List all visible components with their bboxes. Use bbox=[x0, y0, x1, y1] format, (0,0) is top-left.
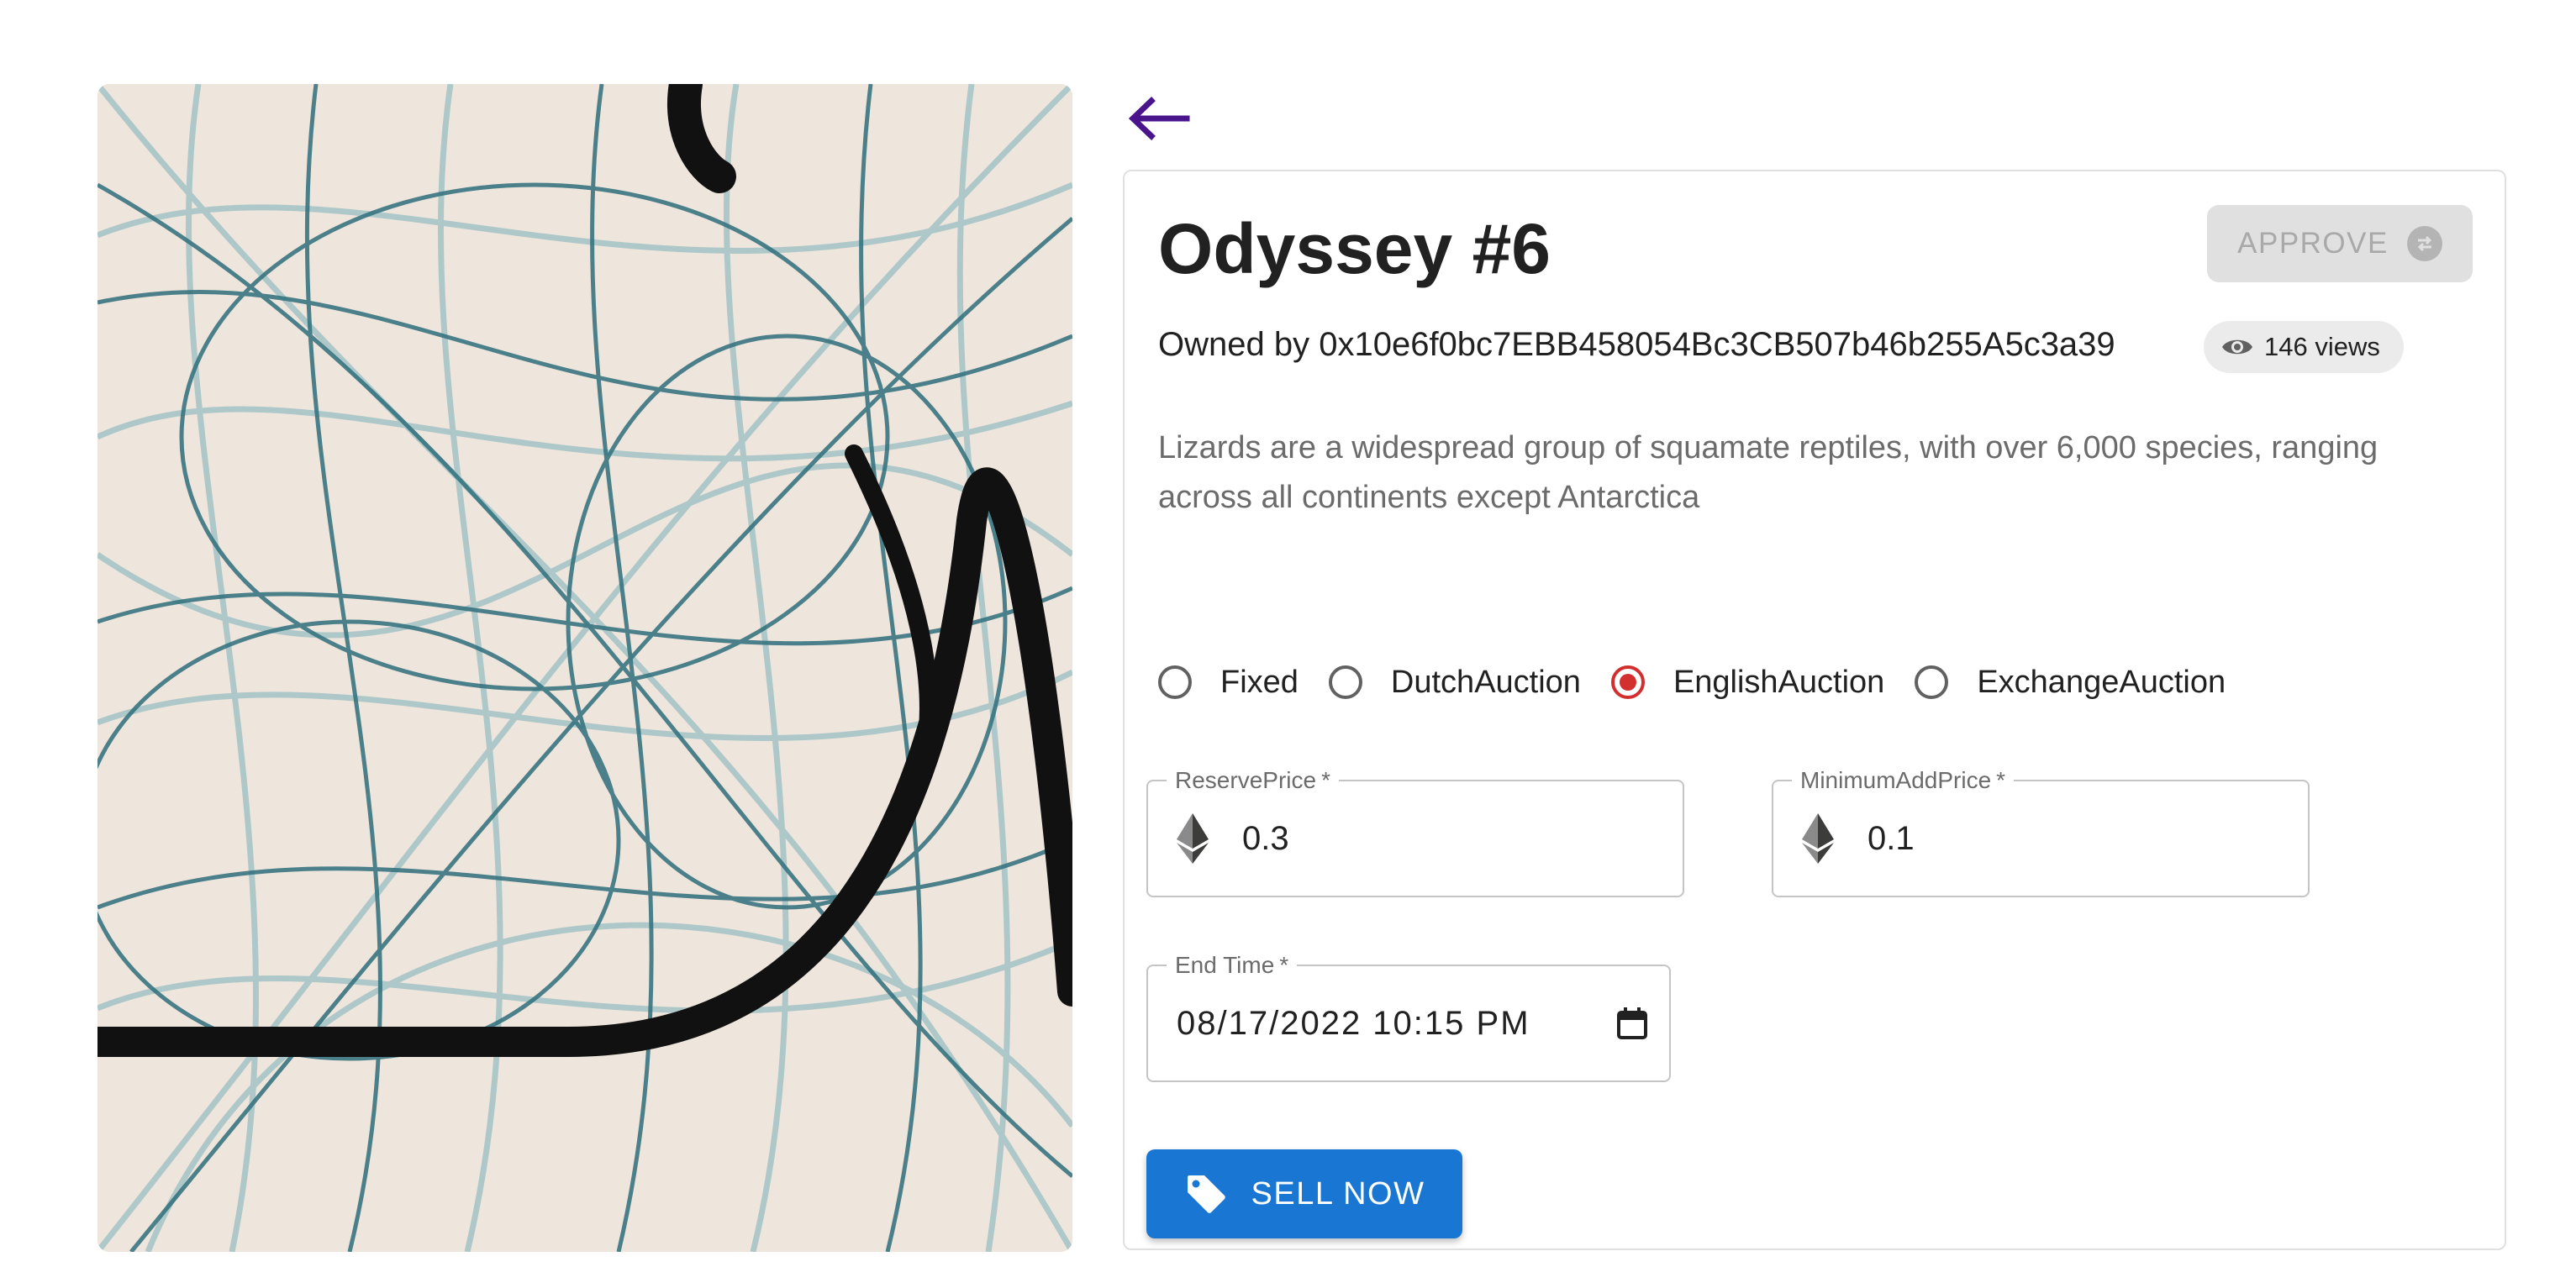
radio-button-selected[interactable] bbox=[1610, 665, 1645, 699]
radio-exchange-auction[interactable]: ExchangeAuction bbox=[1915, 665, 2226, 701]
views-badge: 146 views bbox=[2204, 321, 2404, 373]
ethereum-icon bbox=[1802, 813, 1834, 864]
radio-selected-dot bbox=[1619, 674, 1636, 691]
back-button[interactable] bbox=[1126, 89, 1193, 148]
radio-button[interactable] bbox=[1915, 665, 1949, 699]
radio-dutch-auction[interactable]: DutchAuction bbox=[1328, 664, 1581, 701]
radio-label: EnglishAuction bbox=[1673, 664, 1885, 700]
approve-button-label: APPROVE bbox=[2237, 227, 2389, 260]
approve-button[interactable]: APPROVE bbox=[2207, 205, 2473, 282]
arrow-left-icon bbox=[1128, 97, 1190, 140]
sale-type-radio-group: Fixed DutchAuction EnglishAuction Exchan… bbox=[1158, 657, 2256, 707]
radio-label: Fixed bbox=[1220, 664, 1299, 700]
reserve-price-field[interactable]: ReservePrice * 0.3 bbox=[1146, 766, 1684, 897]
radio-label: DutchAuction bbox=[1390, 664, 1581, 700]
end-time-input[interactable]: 08/17/2022 10:15 PM bbox=[1177, 1005, 1530, 1043]
radio-label: ExchangeAuction bbox=[1977, 664, 2226, 700]
sell-now-button[interactable]: SELL NOW bbox=[1146, 1149, 1462, 1238]
nft-description: Lizards are a widespread group of squama… bbox=[1158, 430, 2378, 515]
radio-english-auction[interactable]: EnglishAuction bbox=[1610, 664, 1885, 701]
tag-icon bbox=[1187, 1175, 1225, 1213]
nft-artwork-image bbox=[97, 84, 1072, 1252]
end-time-field[interactable]: End Time * 08/17/2022 10:15 PM bbox=[1146, 951, 1671, 1082]
reserve-price-input[interactable]: 0.3 bbox=[1242, 820, 1289, 858]
views-count: 146 views bbox=[2264, 332, 2380, 361]
minimum-add-price-input[interactable]: 0.1 bbox=[1867, 820, 1915, 858]
eye-icon bbox=[2222, 339, 2252, 355]
radio-fixed[interactable]: Fixed bbox=[1158, 665, 1299, 701]
nft-title: Odyssey #6 bbox=[1158, 209, 1551, 288]
minimum-add-price-field[interactable]: MinimumAddPrice * 0.1 bbox=[1772, 766, 2310, 897]
radio-button[interactable] bbox=[1158, 665, 1192, 699]
ethereum-icon bbox=[1177, 813, 1209, 864]
radio-button[interactable] bbox=[1328, 665, 1362, 699]
sell-now-label: SELL NOW bbox=[1251, 1175, 1425, 1212]
calendar-icon[interactable] bbox=[1615, 1007, 1649, 1040]
swap-icon bbox=[2406, 226, 2442, 261]
owner-address: Owned by 0x10e6f0bc7EBB458054Bc3CB507b46… bbox=[1158, 326, 2115, 363]
